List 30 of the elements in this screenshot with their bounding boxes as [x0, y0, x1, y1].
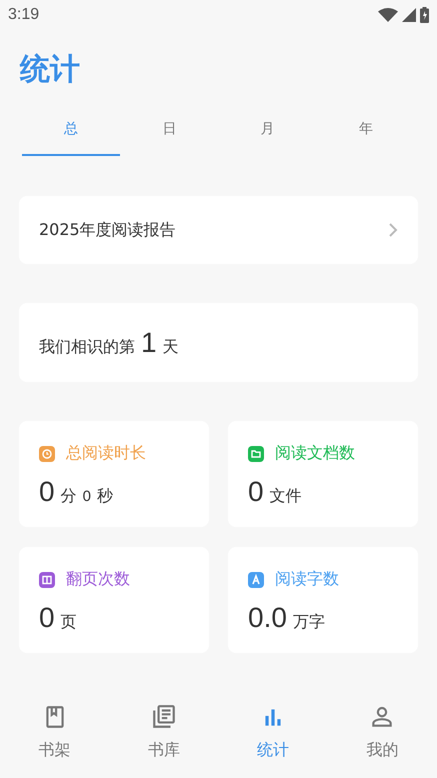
- chevron-right-icon: [388, 222, 398, 238]
- signal-icon: [402, 8, 416, 22]
- period-tab[interactable]: 总: [22, 112, 120, 156]
- nav-tab[interactable]: 书架: [0, 690, 110, 778]
- stat-label: 翻页次数: [66, 569, 130, 590]
- value-text: 0 页: [39, 602, 78, 634]
- clock-icon: [39, 446, 55, 462]
- report-card[interactable]: 2025年度阅读报告: [19, 196, 418, 264]
- value-text: 0.0 万字: [248, 602, 326, 634]
- battery-icon: [420, 7, 429, 23]
- value-text: 我们相识的第 1 天: [39, 326, 179, 358]
- nav-tab[interactable]: 统计: [218, 690, 328, 778]
- stat-label: 阅读文档数: [275, 443, 355, 464]
- stat-label: 阅读字数: [275, 569, 339, 590]
- folder-icon: [248, 446, 264, 462]
- value-text: 0 文件: [248, 476, 303, 508]
- period-tab[interactable]: 年: [316, 112, 415, 156]
- period-tab[interactable]: 日: [120, 112, 218, 156]
- page-title: 统计: [20, 51, 81, 89]
- documents-icon: [150, 704, 177, 730]
- wifi-icon: [378, 8, 398, 22]
- nav-tab[interactable]: 我的: [328, 690, 437, 778]
- book-pages-icon: [39, 572, 55, 588]
- clock-time: 3:19: [8, 6, 40, 24]
- letter-icon: [248, 572, 264, 588]
- stat-label: 总阅读时长: [66, 443, 146, 464]
- report-title: 2025年度阅读报告: [39, 220, 176, 240]
- period-tab[interactable]: 月: [218, 112, 317, 156]
- value-text: 0 分 0 秒: [39, 476, 114, 508]
- nav-tab[interactable]: 书库: [109, 690, 218, 778]
